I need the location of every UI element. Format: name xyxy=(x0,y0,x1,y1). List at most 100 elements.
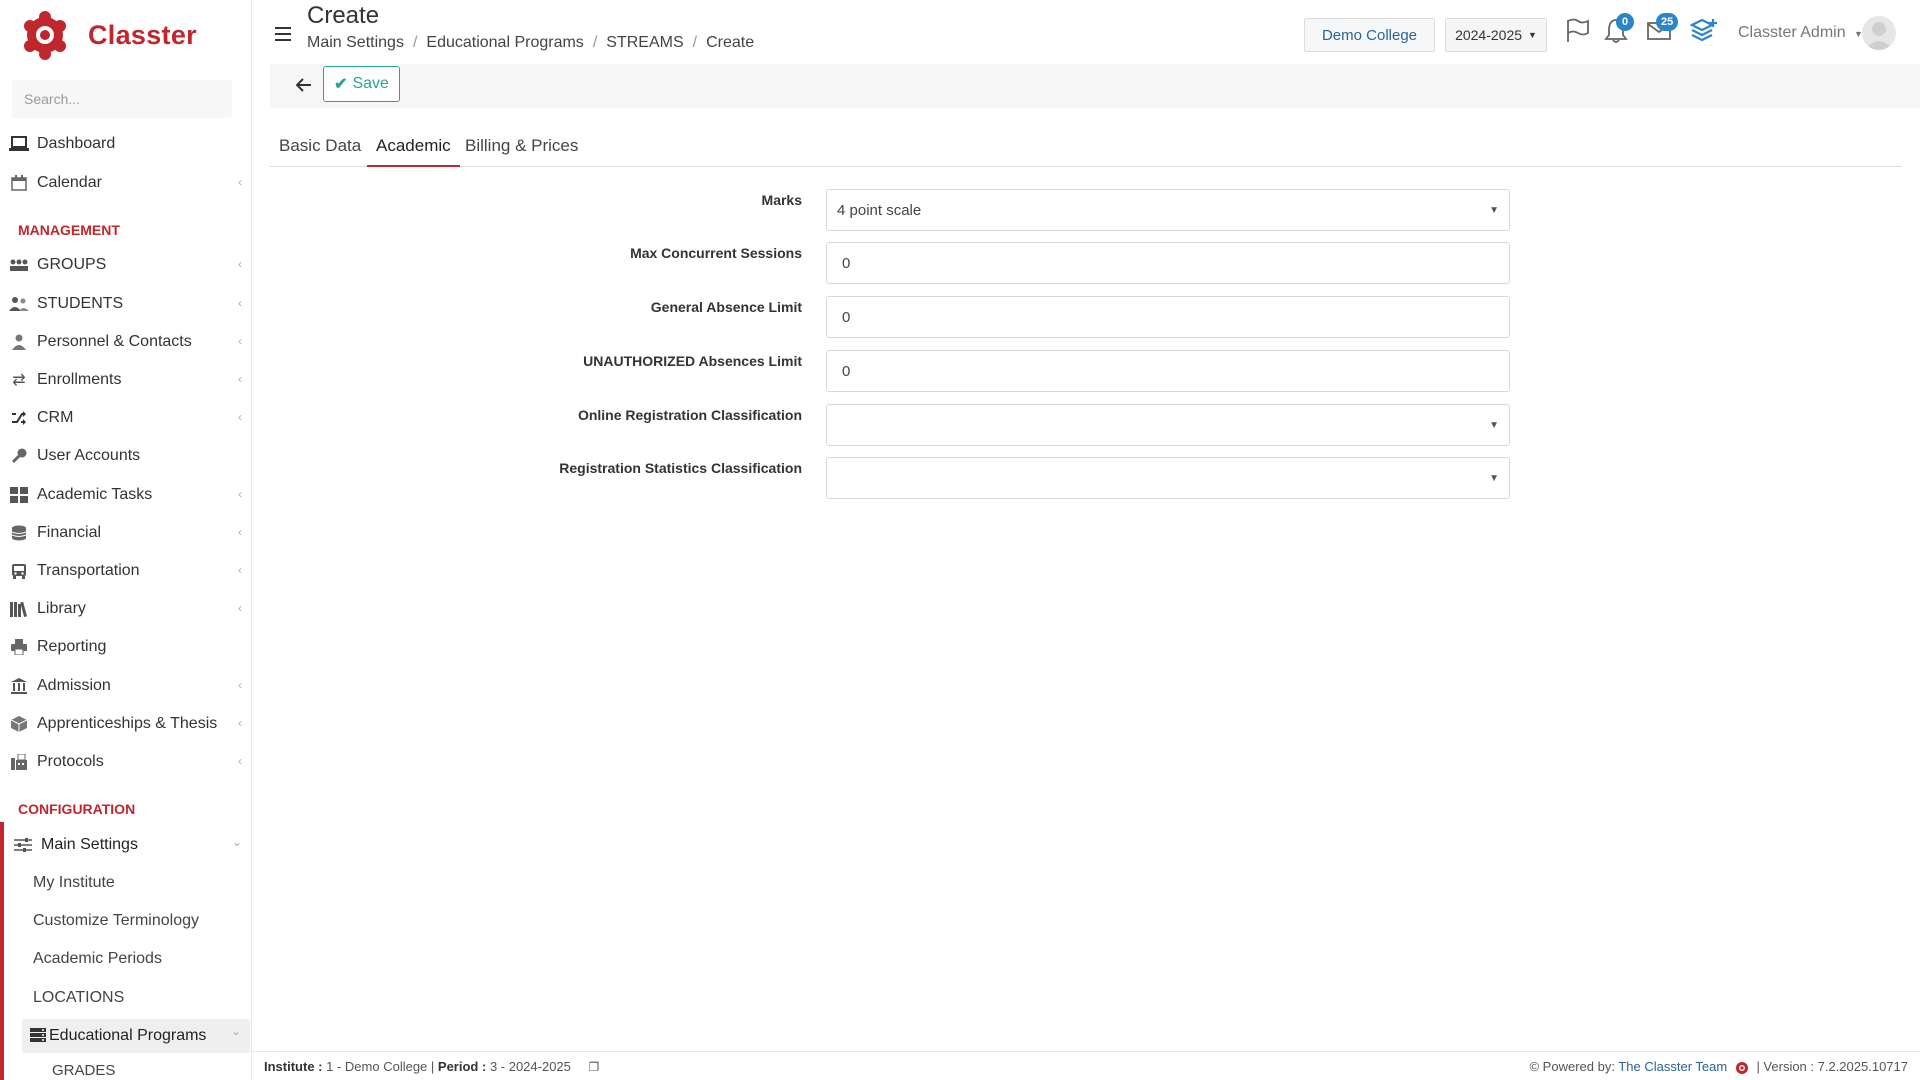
classter-team-link[interactable]: The Classter Team xyxy=(1618,1059,1727,1074)
groups-icon xyxy=(8,254,30,276)
grid-icon xyxy=(8,484,30,506)
caret-down-icon: ▼ xyxy=(1489,420,1499,431)
sidebar-item-enrollments[interactable]: ⇄ Enrollments ‹ xyxy=(0,362,251,398)
institute-label: Institute : xyxy=(264,1059,323,1074)
books-icon xyxy=(8,598,30,620)
tab-billing-prices[interactable]: Billing & Prices xyxy=(456,128,587,167)
sidebar-item-calendar[interactable]: Calendar ‹ xyxy=(0,165,251,201)
classter-small-logo-icon xyxy=(1735,1061,1748,1074)
back-arrow-icon[interactable] xyxy=(290,70,318,100)
laptop-icon xyxy=(8,133,30,155)
app-logo[interactable]: Classter xyxy=(22,10,197,60)
breadcrumb-item[interactable]: Educational Programs xyxy=(426,34,583,52)
save-button[interactable]: ✔ Save xyxy=(323,66,400,102)
general-absence-limit-input[interactable]: 0 xyxy=(826,296,1510,338)
notifications-badge: 0 xyxy=(1616,13,1634,31)
sidebar: Classter Dashboard Calendar ‹ MANAGEMENT… xyxy=(0,0,252,1080)
unauthorized-absences-limit-input[interactable]: 0 xyxy=(826,350,1510,392)
institute-value: 1 - Demo College xyxy=(326,1059,428,1074)
sidebar-item-label: Transportation xyxy=(37,562,140,579)
year-value: 2024-2025 xyxy=(1455,27,1523,43)
sidebar-subitem-locations[interactable]: LOCATIONS xyxy=(33,989,124,1007)
footer-credits: © Powered by: The Classter Team | Versio… xyxy=(1529,1059,1908,1075)
footer: Institute : 1 - Demo College | Period : … xyxy=(252,1051,1920,1080)
caret-down-icon: ▼ xyxy=(1489,205,1499,216)
year-selector-dropdown[interactable]: 2024-2025 ▼ xyxy=(1445,18,1547,52)
footer-separator: | xyxy=(430,1059,438,1074)
sidebar-item-label: User Accounts xyxy=(37,447,141,464)
tab-basic-data[interactable]: Basic Data xyxy=(270,128,370,167)
avatar[interactable] xyxy=(1862,16,1896,50)
unauthorized-absences-limit-label: UNAUTHORIZED Absences Limit xyxy=(583,353,802,369)
sidebar-item-main-settings[interactable]: Main Settings ⌄ xyxy=(0,827,251,863)
sidebar-item-label: Reporting xyxy=(37,638,107,655)
breadcrumb-separator: / xyxy=(692,34,698,51)
tabs-bar: Basic Data Academic Billing & Prices xyxy=(270,128,1902,167)
sidebar-item-label: Library xyxy=(37,600,86,617)
general-absence-limit-value: 0 xyxy=(842,308,851,326)
marks-select[interactable]: 4 point scale ▼ xyxy=(826,189,1510,231)
version-text: | Version : 7.2.2025.10717 xyxy=(1756,1059,1908,1074)
sidebar-subitem-customize-terminology[interactable]: Customize Terminology xyxy=(33,912,199,930)
random-icon xyxy=(8,407,30,429)
online-registration-classification-select[interactable]: ▼ xyxy=(826,404,1510,446)
user-name: Classter Admin xyxy=(1738,24,1846,41)
copy-icon[interactable]: ❐ xyxy=(589,1060,600,1074)
sidebar-item-apprenticeships[interactable]: Apprenticeships & Thesis ‹ xyxy=(0,706,251,742)
box-icon xyxy=(8,713,30,735)
hamburger-menu-icon[interactable] xyxy=(275,27,291,41)
chevron-left-icon: ‹ xyxy=(238,334,242,348)
sidebar-item-admission[interactable]: Admission ‹ xyxy=(0,668,251,704)
user-menu[interactable]: Classter Admin ▼ xyxy=(1738,24,1863,42)
chevron-left-icon: ‹ xyxy=(238,410,242,424)
breadcrumb-item[interactable]: Main Settings xyxy=(307,34,404,52)
sidebar-subitem-grades[interactable]: GRADES xyxy=(52,1062,115,1079)
marks-label: Marks xyxy=(761,192,802,208)
college-selector-button[interactable]: Demo College xyxy=(1304,18,1435,52)
sidebar-item-user-accounts[interactable]: User Accounts xyxy=(0,438,251,474)
flag-icon[interactable] xyxy=(1564,18,1592,46)
caret-down-icon: ▼ xyxy=(1528,30,1537,40)
classter-logo-icon xyxy=(24,11,66,60)
sidebar-item-academic-tasks[interactable]: Academic Tasks ‹ xyxy=(0,477,251,513)
sidebar-item-students[interactable]: STUDENTS ‹ xyxy=(0,286,251,322)
sidebar-item-financial[interactable]: Financial ‹ xyxy=(0,515,251,551)
page-title: Create xyxy=(307,2,380,29)
max-concurrent-sessions-input[interactable]: 0 xyxy=(826,242,1510,284)
sidebar-item-label: Dashboard xyxy=(37,135,116,152)
sidebar-subitem-academic-periods[interactable]: Academic Periods xyxy=(33,950,162,968)
sidebar-item-label: Protocols xyxy=(37,753,104,770)
copyright-icon: © xyxy=(1529,1059,1540,1074)
breadcrumb-item[interactable]: STREAMS xyxy=(606,34,683,52)
chevron-left-icon: ‹ xyxy=(238,175,242,189)
sidebar-item-crm[interactable]: CRM ‹ xyxy=(0,400,251,436)
sidebar-item-groups[interactable]: GROUPS ‹ xyxy=(0,247,251,283)
sidebar-subitem-my-institute[interactable]: My Institute xyxy=(33,874,115,892)
chevron-left-icon: ‹ xyxy=(238,257,242,271)
breadcrumb-separator: / xyxy=(412,34,418,51)
sidebar-item-personnel[interactable]: Personnel & Contacts ‹ xyxy=(0,324,251,360)
chevron-left-icon: ‹ xyxy=(238,563,242,577)
sliders-icon xyxy=(12,834,34,856)
breadcrumb-item-current: Create xyxy=(706,34,755,51)
layers-add-icon[interactable] xyxy=(1689,18,1718,46)
sidebar-item-transportation[interactable]: Transportation ‹ xyxy=(0,553,251,589)
sidebar-item-protocols[interactable]: Protocols ‹ xyxy=(0,744,251,780)
sidebar-item-dashboard[interactable]: Dashboard xyxy=(0,126,251,162)
search-input[interactable] xyxy=(12,80,232,118)
fax-icon xyxy=(8,751,30,773)
registration-statistics-classification-label: Registration Statistics Classification xyxy=(559,460,802,476)
checkmark-icon: ✔ xyxy=(334,76,348,93)
messages-badge: 25 xyxy=(1656,13,1679,31)
registration-statistics-classification-select[interactable]: ▼ xyxy=(826,457,1510,499)
app-name: Classter xyxy=(88,19,197,50)
unauthorized-absences-limit-value: 0 xyxy=(842,362,851,380)
chevron-left-icon: ‹ xyxy=(238,372,242,386)
chevron-left-icon: ‹ xyxy=(238,525,242,539)
sidebar-item-label: STUDENTS xyxy=(37,295,124,312)
tab-academic[interactable]: Academic xyxy=(367,128,460,167)
print-icon xyxy=(8,636,30,658)
powered-by-label: Powered by: xyxy=(1542,1059,1615,1074)
sidebar-item-library[interactable]: Library ‹ xyxy=(0,591,251,627)
sidebar-item-reporting[interactable]: Reporting xyxy=(0,629,251,665)
